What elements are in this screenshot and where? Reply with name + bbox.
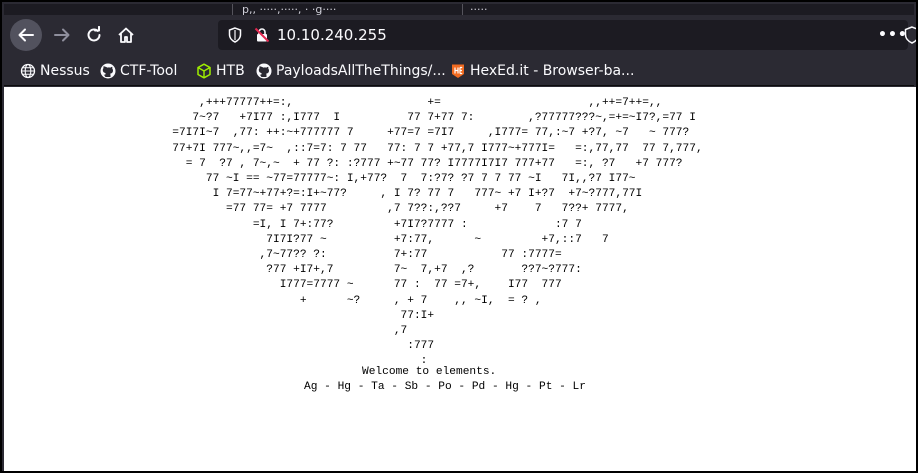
bookmark-label: Nessus	[40, 63, 90, 79]
insecure-lock-icon[interactable]	[254, 27, 270, 43]
bookmark-label: HexEd.it - Browser-ba...	[470, 63, 635, 79]
github-icon	[256, 63, 272, 79]
url-text[interactable]: 10.10.240.255	[277, 26, 387, 44]
hexed-icon	[450, 63, 466, 79]
elements-list: Ag - Hg - Ta - Sb - Po - Pd - Hg - Pt - …	[304, 381, 586, 393]
arrow-left-icon	[18, 28, 34, 42]
globe-icon	[20, 63, 36, 79]
tab-title-fragment-2[interactable]: ·····	[470, 4, 500, 15]
bookmarks-toolbar: Nessus CTF-Tool HTB PayloadsAllTheThings…	[4, 55, 914, 86]
back-button[interactable]	[10, 19, 42, 51]
ascii-art: ,+++77777++=:, += ,,++=7++=,, 7~?7 +7I77…	[172, 97, 703, 368]
bookmark-payloadsallthethings[interactable]: PayloadsAllTheThings/...	[256, 60, 446, 82]
bookmark-label: HTB	[216, 63, 245, 79]
shield-icon[interactable]	[228, 27, 242, 43]
page-content: ,+++77777++=:, += ,,++=7++=,, 7~?7 +7I77…	[4, 87, 916, 471]
bookmark-htb[interactable]: HTB	[196, 60, 245, 82]
bookmark-label: CTF-Tool	[120, 63, 178, 79]
bookmark-label: PayloadsAllTheThings/...	[276, 63, 446, 79]
arrow-right-icon	[54, 28, 70, 42]
github-icon	[100, 63, 116, 79]
shield-icon[interactable]	[904, 26, 918, 44]
navigation-toolbar: 10.10.240.255 •••	[4, 15, 916, 55]
cube-icon	[196, 63, 212, 79]
address-bar[interactable]: 10.10.240.255	[218, 20, 908, 50]
browser-window: p,, ·····,·····, · ·g···· ····· 10.10.24…	[0, 0, 918, 473]
bookmark-hexed-it[interactable]: HexEd.it - Browser-ba...	[450, 60, 634, 82]
reload-icon	[87, 26, 101, 42]
home-icon	[118, 27, 134, 43]
tab-separator	[232, 4, 233, 15]
bookmark-ctf-tool[interactable]: CTF-Tool	[100, 60, 177, 82]
forward-button[interactable]	[46, 19, 78, 51]
tab-title-fragment[interactable]: p,, ·····,·····, · ·g····	[242, 4, 442, 15]
home-button[interactable]	[110, 19, 142, 51]
bookmark-nessus[interactable]: Nessus	[20, 60, 90, 82]
reload-button[interactable]	[78, 19, 110, 51]
tab-strip: p,, ·····,·····, · ·g···· ·····	[4, 4, 914, 15]
welcome-text: Welcome to elements.	[362, 366, 497, 378]
tab-separator	[462, 4, 463, 15]
